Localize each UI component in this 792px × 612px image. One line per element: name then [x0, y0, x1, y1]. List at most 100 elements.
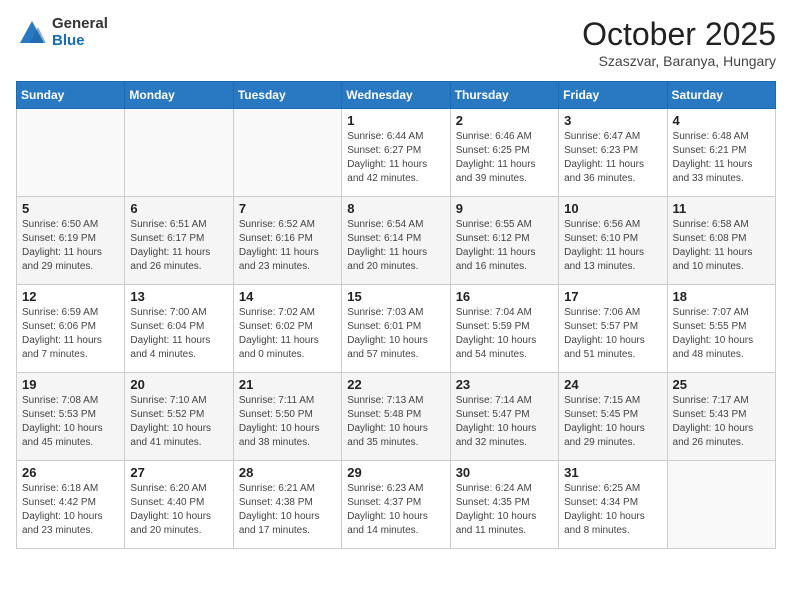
calendar-cell: 18 Sunrise: 7:07 AM Sunset: 5:55 PM Dayli…	[667, 285, 775, 373]
calendar-cell: 5 Sunrise: 6:50 AM Sunset: 6:19 PM Daylig…	[17, 197, 125, 285]
day-info: Sunrise: 7:14 AM Sunset: 5:47 PM Dayligh…	[456, 394, 553, 450]
day-number: 8	[347, 201, 444, 216]
title-section: October 2025 Szaszvar, Baranya, Hungary	[582, 16, 776, 69]
day-number: 24	[564, 377, 661, 392]
day-info: Sunrise: 6:21 AM Sunset: 4:38 PM Dayligh…	[239, 482, 336, 538]
calendar-cell: 21 Sunrise: 7:11 AM Sunset: 5:50 PM Dayli…	[233, 373, 341, 461]
day-number: 7	[239, 201, 336, 216]
calendar-cell	[125, 109, 233, 197]
day-info: Sunrise: 7:10 AM Sunset: 5:52 PM Dayligh…	[130, 394, 227, 450]
day-number: 27	[130, 465, 227, 480]
calendar-cell: 19 Sunrise: 7:08 AM Sunset: 5:53 PM Dayli…	[17, 373, 125, 461]
day-number: 22	[347, 377, 444, 392]
calendar-cell: 24Sunrise: 7:15 AM Sunset: 5:45 PM Dayli…	[559, 373, 667, 461]
day-info: Sunrise: 6:59 AM Sunset: 6:06 PM Dayligh…	[22, 306, 119, 362]
day-number: 18	[673, 289, 770, 304]
day-info: Sunrise: 6:20 AM Sunset: 4:40 PM Dayligh…	[130, 482, 227, 538]
logo-blue-text: Blue	[52, 33, 108, 50]
calendar-cell: 9 Sunrise: 6:55 AM Sunset: 6:12 PM Daylig…	[450, 197, 558, 285]
day-number: 11	[673, 201, 770, 216]
weekday-header-monday: Monday	[125, 82, 233, 109]
day-info: Sunrise: 6:56 AM Sunset: 6:10 PM Dayligh…	[564, 218, 661, 274]
calendar-cell: 12 Sunrise: 6:59 AM Sunset: 6:06 PM Dayli…	[17, 285, 125, 373]
calendar-cell: 31 Sunrise: 6:25 AM Sunset: 4:34 PM Dayli…	[559, 461, 667, 549]
day-number: 28	[239, 465, 336, 480]
day-info: Sunrise: 6:44 AM Sunset: 6:27 PM Dayligh…	[347, 130, 444, 186]
weekday-header-friday: Friday	[559, 82, 667, 109]
day-number: 5	[22, 201, 119, 216]
calendar-week-row: 1 Sunrise: 6:44 AM Sunset: 6:27 PM Daylig…	[17, 109, 776, 197]
calendar-cell: 10 Sunrise: 6:56 AM Sunset: 6:10 PM Dayli…	[559, 197, 667, 285]
day-number: 1	[347, 113, 444, 128]
day-info: Sunrise: 6:51 AM Sunset: 6:17 PM Dayligh…	[130, 218, 227, 274]
page-header: General Blue October 2025 Szaszvar, Bara…	[16, 16, 776, 69]
calendar-cell: 15 Sunrise: 7:03 AM Sunset: 6:01 PM Dayli…	[342, 285, 450, 373]
calendar-cell: 8Sunrise: 6:54 AM Sunset: 6:14 PM Daylig…	[342, 197, 450, 285]
calendar-cell: 20Sunrise: 7:10 AM Sunset: 5:52 PM Dayli…	[125, 373, 233, 461]
day-info: Sunrise: 6:48 AM Sunset: 6:21 PM Dayligh…	[673, 130, 770, 186]
day-info: Sunrise: 7:03 AM Sunset: 6:01 PM Dayligh…	[347, 306, 444, 362]
day-number: 21	[239, 377, 336, 392]
weekday-header-wednesday: Wednesday	[342, 82, 450, 109]
day-info: Sunrise: 7:02 AM Sunset: 6:02 PM Dayligh…	[239, 306, 336, 362]
day-info: Sunrise: 6:58 AM Sunset: 6:08 PM Dayligh…	[673, 218, 770, 274]
calendar-cell: 14 Sunrise: 7:02 AM Sunset: 6:02 PM Dayli…	[233, 285, 341, 373]
weekday-header-saturday: Saturday	[667, 82, 775, 109]
calendar-week-row: 19 Sunrise: 7:08 AM Sunset: 5:53 PM Dayli…	[17, 373, 776, 461]
day-info: Sunrise: 6:25 AM Sunset: 4:34 PM Dayligh…	[564, 482, 661, 538]
day-info: Sunrise: 6:23 AM Sunset: 4:37 PM Dayligh…	[347, 482, 444, 538]
calendar-cell: 28 Sunrise: 6:21 AM Sunset: 4:38 PM Dayli…	[233, 461, 341, 549]
day-number: 4	[673, 113, 770, 128]
calendar-cell: 1 Sunrise: 6:44 AM Sunset: 6:27 PM Daylig…	[342, 109, 450, 197]
day-info: Sunrise: 7:07 AM Sunset: 5:55 PM Dayligh…	[673, 306, 770, 362]
calendar-cell: 29Sunrise: 6:23 AM Sunset: 4:37 PM Dayli…	[342, 461, 450, 549]
day-info: Sunrise: 6:52 AM Sunset: 6:16 PM Dayligh…	[239, 218, 336, 274]
logo-icon	[16, 19, 48, 47]
location-text: Szaszvar, Baranya, Hungary	[582, 53, 776, 69]
day-info: Sunrise: 7:08 AM Sunset: 5:53 PM Dayligh…	[22, 394, 119, 450]
calendar-cell: 13Sunrise: 7:00 AM Sunset: 6:04 PM Dayli…	[125, 285, 233, 373]
day-info: Sunrise: 6:24 AM Sunset: 4:35 PM Dayligh…	[456, 482, 553, 538]
logo-general-text: General	[52, 16, 108, 33]
calendar-week-row: 12 Sunrise: 6:59 AM Sunset: 6:06 PM Dayli…	[17, 285, 776, 373]
calendar-cell: 30Sunrise: 6:24 AM Sunset: 4:35 PM Dayli…	[450, 461, 558, 549]
calendar-cell: 4 Sunrise: 6:48 AM Sunset: 6:21 PM Daylig…	[667, 109, 775, 197]
calendar-week-row: 5 Sunrise: 6:50 AM Sunset: 6:19 PM Daylig…	[17, 197, 776, 285]
day-number: 12	[22, 289, 119, 304]
day-info: Sunrise: 7:04 AM Sunset: 5:59 PM Dayligh…	[456, 306, 553, 362]
day-number: 19	[22, 377, 119, 392]
day-number: 16	[456, 289, 553, 304]
calendar-cell: 7 Sunrise: 6:52 AM Sunset: 6:16 PM Daylig…	[233, 197, 341, 285]
day-number: 17	[564, 289, 661, 304]
calendar-cell: 27 Sunrise: 6:20 AM Sunset: 4:40 PM Dayli…	[125, 461, 233, 549]
weekday-header-thursday: Thursday	[450, 82, 558, 109]
day-number: 15	[347, 289, 444, 304]
day-info: Sunrise: 7:06 AM Sunset: 5:57 PM Dayligh…	[564, 306, 661, 362]
day-number: 23	[456, 377, 553, 392]
calendar-cell: 2 Sunrise: 6:46 AM Sunset: 6:25 PM Daylig…	[450, 109, 558, 197]
day-number: 9	[456, 201, 553, 216]
day-number: 10	[564, 201, 661, 216]
day-number: 26	[22, 465, 119, 480]
day-info: Sunrise: 6:47 AM Sunset: 6:23 PM Dayligh…	[564, 130, 661, 186]
day-info: Sunrise: 6:18 AM Sunset: 4:42 PM Dayligh…	[22, 482, 119, 538]
weekday-header-row: SundayMondayTuesdayWednesdayThursdayFrid…	[17, 82, 776, 109]
weekday-header-sunday: Sunday	[17, 82, 125, 109]
calendar-cell: 6Sunrise: 6:51 AM Sunset: 6:17 PM Daylig…	[125, 197, 233, 285]
day-number: 2	[456, 113, 553, 128]
calendar-cell: 17 Sunrise: 7:06 AM Sunset: 5:57 PM Dayli…	[559, 285, 667, 373]
logo: General Blue	[16, 16, 108, 49]
calendar-table: SundayMondayTuesdayWednesdayThursdayFrid…	[16, 81, 776, 549]
day-info: Sunrise: 6:55 AM Sunset: 6:12 PM Dayligh…	[456, 218, 553, 274]
day-info: Sunrise: 7:13 AM Sunset: 5:48 PM Dayligh…	[347, 394, 444, 450]
calendar-cell: 26 Sunrise: 6:18 AM Sunset: 4:42 PM Dayli…	[17, 461, 125, 549]
calendar-cell	[17, 109, 125, 197]
day-number: 14	[239, 289, 336, 304]
day-number: 13	[130, 289, 227, 304]
day-number: 31	[564, 465, 661, 480]
day-info: Sunrise: 6:46 AM Sunset: 6:25 PM Dayligh…	[456, 130, 553, 186]
day-info: Sunrise: 7:11 AM Sunset: 5:50 PM Dayligh…	[239, 394, 336, 450]
day-info: Sunrise: 6:50 AM Sunset: 6:19 PM Dayligh…	[22, 218, 119, 274]
calendar-cell	[667, 461, 775, 549]
day-number: 3	[564, 113, 661, 128]
